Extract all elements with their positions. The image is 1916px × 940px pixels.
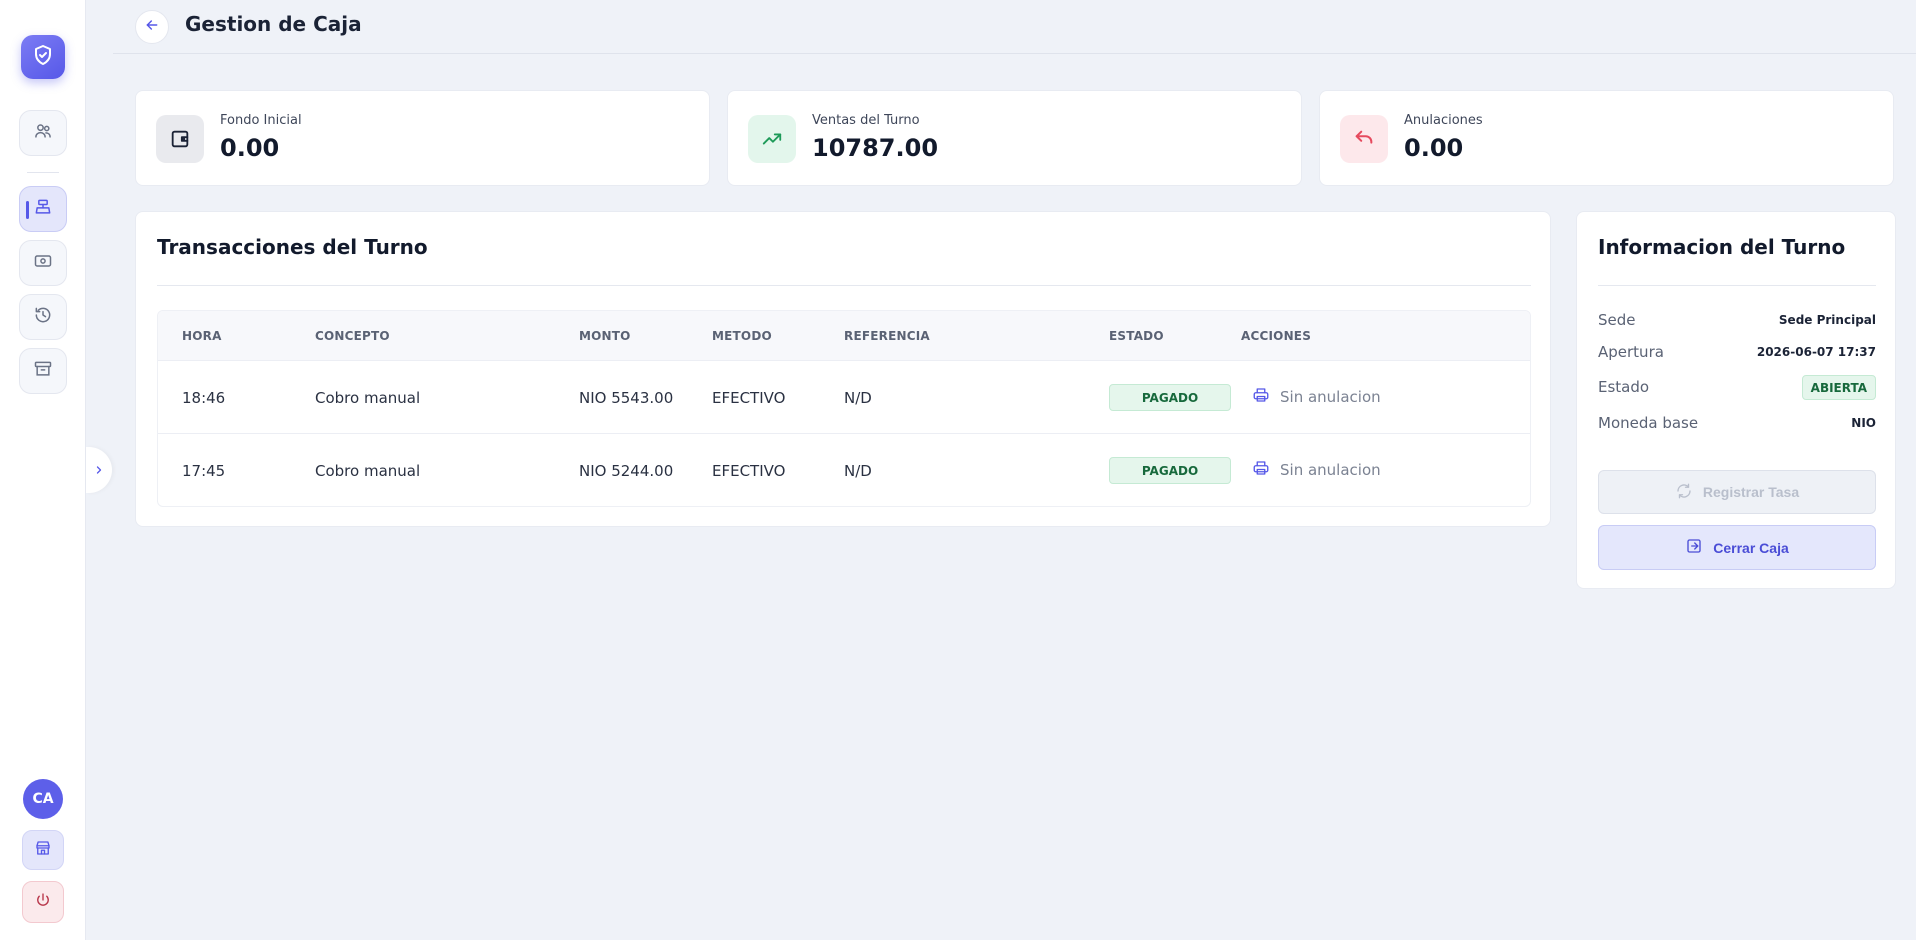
power-icon xyxy=(34,891,52,913)
info-row-estado: Estado ABIERTA xyxy=(1598,375,1876,401)
wallet-icon xyxy=(156,115,204,163)
print-action[interactable]: Sin anulacion xyxy=(1252,386,1381,408)
logout-icon xyxy=(1685,537,1703,558)
info-value: Sede Principal xyxy=(1778,313,1876,327)
column-header-hora[interactable]: HORA xyxy=(182,329,222,343)
print-action[interactable]: Sin anulacion xyxy=(1252,459,1381,481)
column-header-referencia[interactable]: REFERENCIA xyxy=(844,329,930,343)
logout-button[interactable] xyxy=(22,881,64,923)
stat-card-ventas-turno: Ventas del Turno 10787.00 xyxy=(727,90,1302,186)
status-badge: PAGADO xyxy=(1109,384,1231,411)
cell-referencia: N/D xyxy=(844,389,872,407)
transactions-table: HORA CONCEPTO MONTO METODO REFERENCIA ES… xyxy=(157,310,1531,507)
info-row-sede: Sede Sede Principal xyxy=(1598,308,1876,332)
column-header-estado[interactable]: ESTADO xyxy=(1109,329,1164,343)
cell-monto: NIO 5244.00 xyxy=(579,462,674,480)
arrow-left-icon xyxy=(144,17,160,37)
stat-value: 0.00 xyxy=(1404,134,1464,162)
stat-label: Anulaciones xyxy=(1404,113,1483,128)
cell-referencia: N/D xyxy=(844,462,872,480)
sidebar-item-pagos[interactable] xyxy=(19,240,67,286)
action-label: Sin anulacion xyxy=(1280,388,1381,406)
app-logo[interactable] xyxy=(21,35,65,79)
sidebar-item-users[interactable] xyxy=(19,110,67,156)
chevron-right-icon xyxy=(93,461,105,480)
cash-register-icon xyxy=(33,197,53,221)
sidebar-divider xyxy=(27,172,59,173)
trending-up-icon xyxy=(748,115,796,163)
divider xyxy=(1598,285,1876,286)
back-button[interactable] xyxy=(135,10,169,44)
register-rate-label: Registrar Tasa xyxy=(1702,484,1800,500)
close-register-button[interactable]: Cerrar Caja xyxy=(1598,525,1876,570)
history-icon xyxy=(33,305,53,329)
page-title: Gestion de Caja xyxy=(185,12,362,36)
cell-metodo: EFECTIVO xyxy=(712,462,786,480)
info-value: NIO xyxy=(1851,416,1876,430)
info-value: 2026-06-07 17:37 xyxy=(1756,345,1876,359)
action-label: Sin anulacion xyxy=(1280,461,1381,479)
shift-info-panel: Informacion del Turno Sede Sede Principa… xyxy=(1576,211,1896,589)
status-badge: ABIERTA xyxy=(1801,375,1876,400)
avatar[interactable]: CA xyxy=(23,779,63,819)
undo-icon xyxy=(1340,115,1388,163)
sidebar-item-historial[interactable] xyxy=(19,294,67,340)
sidebar: CA xyxy=(0,0,86,940)
stat-card-anulaciones: Anulaciones 0.00 xyxy=(1319,90,1894,186)
table-row[interactable]: 18:46 Cobro manual NIO 5543.00 EFECTIVO … xyxy=(158,361,1530,434)
table-header: HORA CONCEPTO MONTO METODO REFERENCIA ES… xyxy=(158,311,1530,361)
info-row-moneda: Moneda base NIO xyxy=(1598,411,1876,435)
info-key: Moneda base xyxy=(1598,414,1699,432)
stat-value: 10787.00 xyxy=(812,134,939,162)
close-register-label: Cerrar Caja xyxy=(1713,539,1789,556)
column-header-concepto[interactable]: CONCEPTO xyxy=(315,329,390,343)
stat-label: Ventas del Turno xyxy=(812,113,920,128)
cell-concepto: Cobro manual xyxy=(315,462,421,480)
info-key: Sede xyxy=(1598,311,1636,329)
sidebar-toggle[interactable] xyxy=(86,447,112,493)
info-key: Estado xyxy=(1598,378,1650,396)
cell-monto: NIO 5543.00 xyxy=(579,389,674,407)
shield-check-icon xyxy=(31,43,55,71)
column-header-acciones: ACCIONES xyxy=(1241,329,1312,343)
banknote-icon xyxy=(33,251,53,275)
stat-value: 0.00 xyxy=(220,134,280,162)
users-icon xyxy=(33,121,53,145)
store-button[interactable] xyxy=(22,830,64,870)
info-key: Apertura xyxy=(1598,343,1664,361)
sidebar-item-caja[interactable] xyxy=(19,186,67,232)
stat-card-fondo-inicial: Fondo Inicial 0.00 xyxy=(135,90,710,186)
store-icon xyxy=(34,839,52,861)
cell-metodo: EFECTIVO xyxy=(712,389,786,407)
column-header-monto[interactable]: MONTO xyxy=(579,329,631,343)
transactions-panel: Transacciones del Turno HORA CONCEPTO MO… xyxy=(135,211,1551,527)
status-badge: PAGADO xyxy=(1109,457,1231,484)
table-row[interactable]: 17:45 Cobro manual NIO 5244.00 EFECTIVO … xyxy=(158,434,1530,506)
archive-icon xyxy=(33,359,53,383)
sidebar-item-archivo[interactable] xyxy=(19,348,67,394)
info-title: Informacion del Turno xyxy=(1598,235,1846,259)
refresh-icon xyxy=(1675,482,1693,503)
printer-icon[interactable] xyxy=(1252,459,1270,481)
register-rate-button[interactable]: Registrar Tasa xyxy=(1598,470,1876,514)
page-header: Gestion de Caja xyxy=(113,0,1916,54)
info-row-apertura: Apertura 2026-06-07 17:37 xyxy=(1598,340,1876,364)
cell-hora: 18:46 xyxy=(182,389,226,407)
column-header-metodo[interactable]: METODO xyxy=(712,329,772,343)
printer-icon[interactable] xyxy=(1252,386,1270,408)
stat-label: Fondo Inicial xyxy=(220,113,302,128)
cell-hora: 17:45 xyxy=(182,462,226,480)
transactions-title: Transacciones del Turno xyxy=(157,235,428,259)
divider xyxy=(157,285,1531,286)
cell-concepto: Cobro manual xyxy=(315,389,421,407)
